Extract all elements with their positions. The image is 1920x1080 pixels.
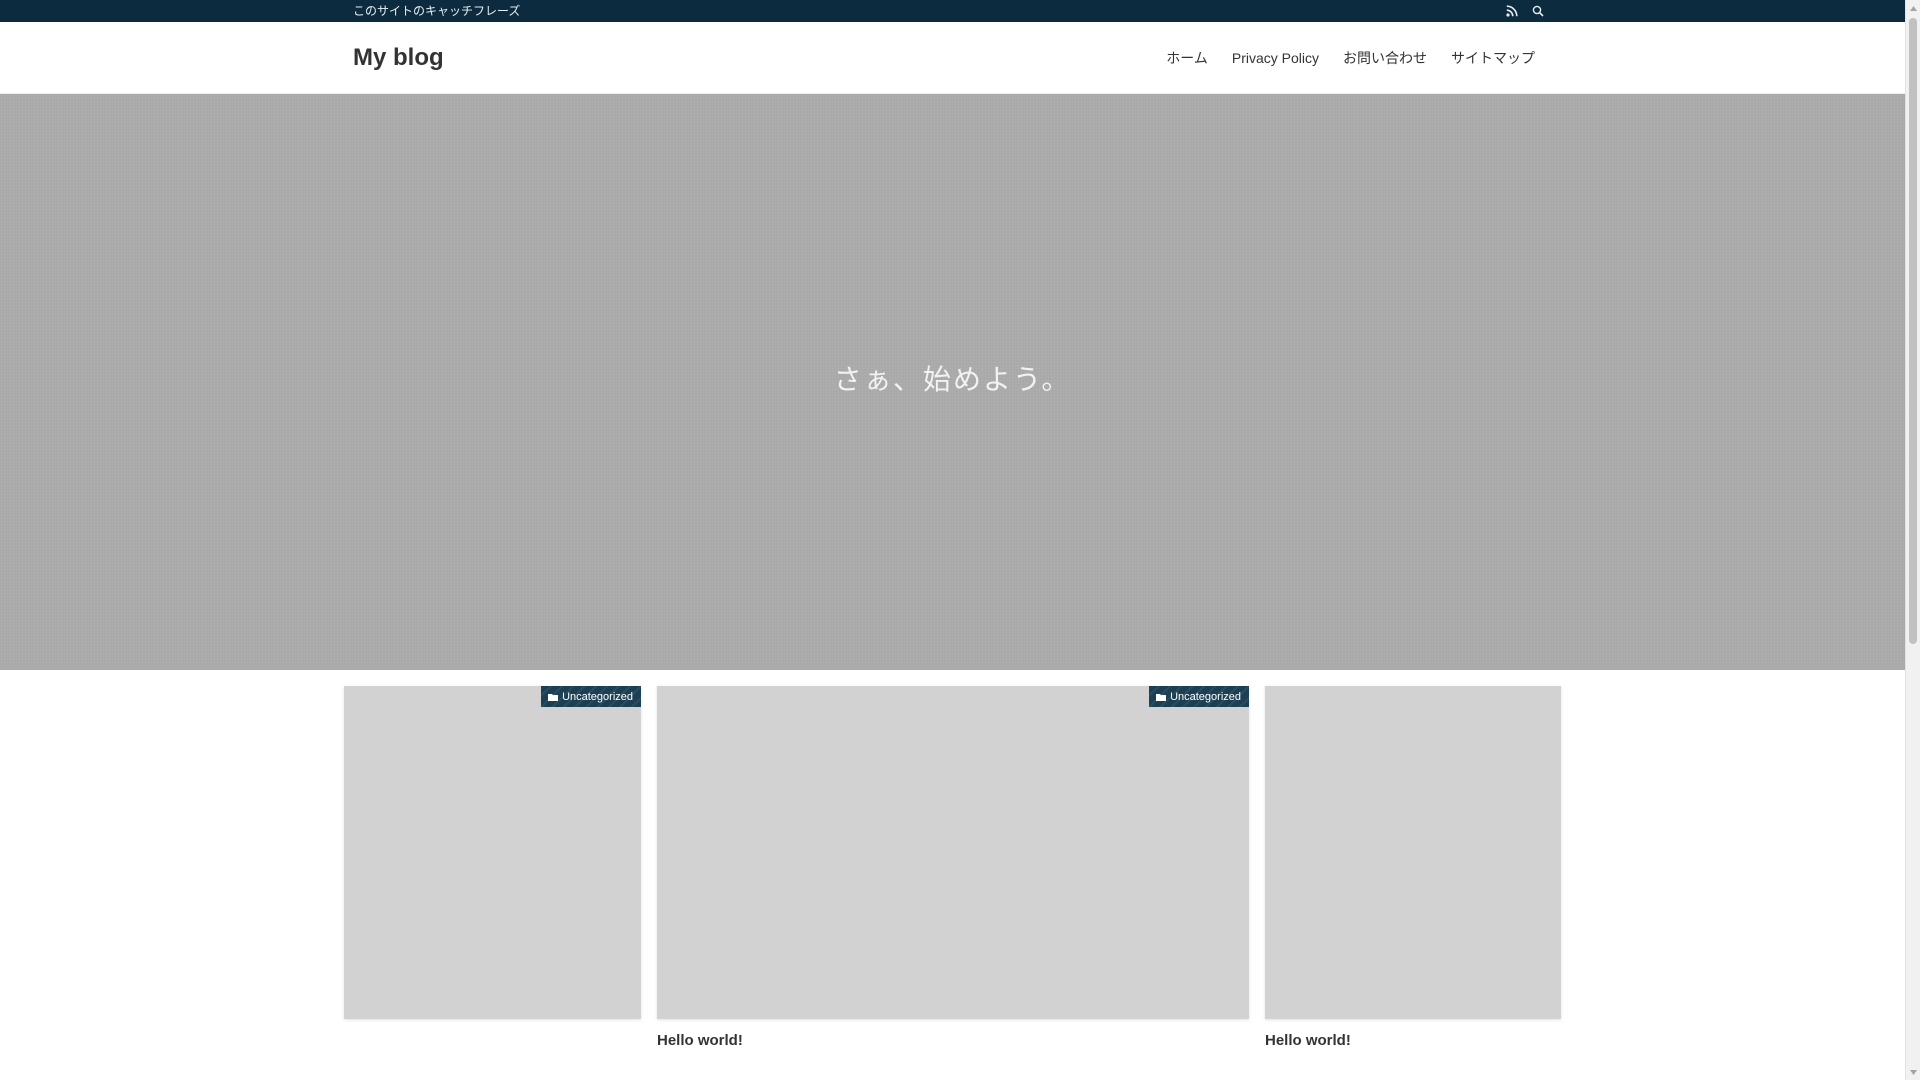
post-thumbnail[interactable] — [344, 686, 641, 1019]
nav-item-contact[interactable]: お問い合わせ — [1331, 44, 1439, 72]
nav-item-sitemap[interactable]: サイトマップ — [1439, 44, 1547, 72]
category-label: Uncategorized — [1170, 690, 1241, 703]
scroll-up-arrow-icon[interactable] — [1906, 0, 1920, 16]
nav-item-home[interactable]: ホーム — [1154, 44, 1220, 72]
hero-heading: さぁ、始めよう。 — [833, 363, 1072, 396]
top-bar: このサイトのキャッチフレーズ — [0, 0, 1905, 22]
category-badge[interactable]: Uncategorized — [541, 686, 641, 707]
site-title[interactable]: My blog — [353, 42, 444, 74]
nav-item-privacy-policy[interactable]: Privacy Policy — [1220, 44, 1331, 72]
folder-icon — [1156, 693, 1167, 701]
rss-icon[interactable] — [1504, 3, 1520, 19]
category-label: Uncategorized — [562, 690, 633, 703]
post-title[interactable]: Hello world! — [657, 1032, 743, 1050]
category-badge[interactable]: Uncategorized — [1149, 686, 1249, 707]
folder-icon — [548, 693, 559, 701]
post-thumbnail[interactable] — [1265, 686, 1561, 1019]
scrollbar-thumb[interactable] — [1909, 18, 1917, 644]
post-title[interactable]: Hello world! — [1265, 1032, 1351, 1050]
post-list: Uncategorized Uncategorized Hello world!… — [0, 686, 1905, 1080]
top-bar-icons — [1504, 2, 1546, 20]
site-tagline: このサイトのキャッチフレーズ — [353, 4, 521, 18]
main-nav: ホーム Privacy Policy お問い合わせ サイトマップ — [1154, 44, 1547, 72]
search-icon[interactable] — [1530, 3, 1546, 19]
site-header: My blog ホーム Privacy Policy お問い合わせ サイトマップ — [0, 22, 1905, 94]
hero-banner: さぁ、始めよう。 — [0, 94, 1905, 670]
post-thumbnail[interactable] — [657, 686, 1249, 1019]
page-scrollbar[interactable] — [1905, 0, 1920, 1080]
scroll-down-arrow-icon[interactable] — [1906, 1064, 1920, 1080]
